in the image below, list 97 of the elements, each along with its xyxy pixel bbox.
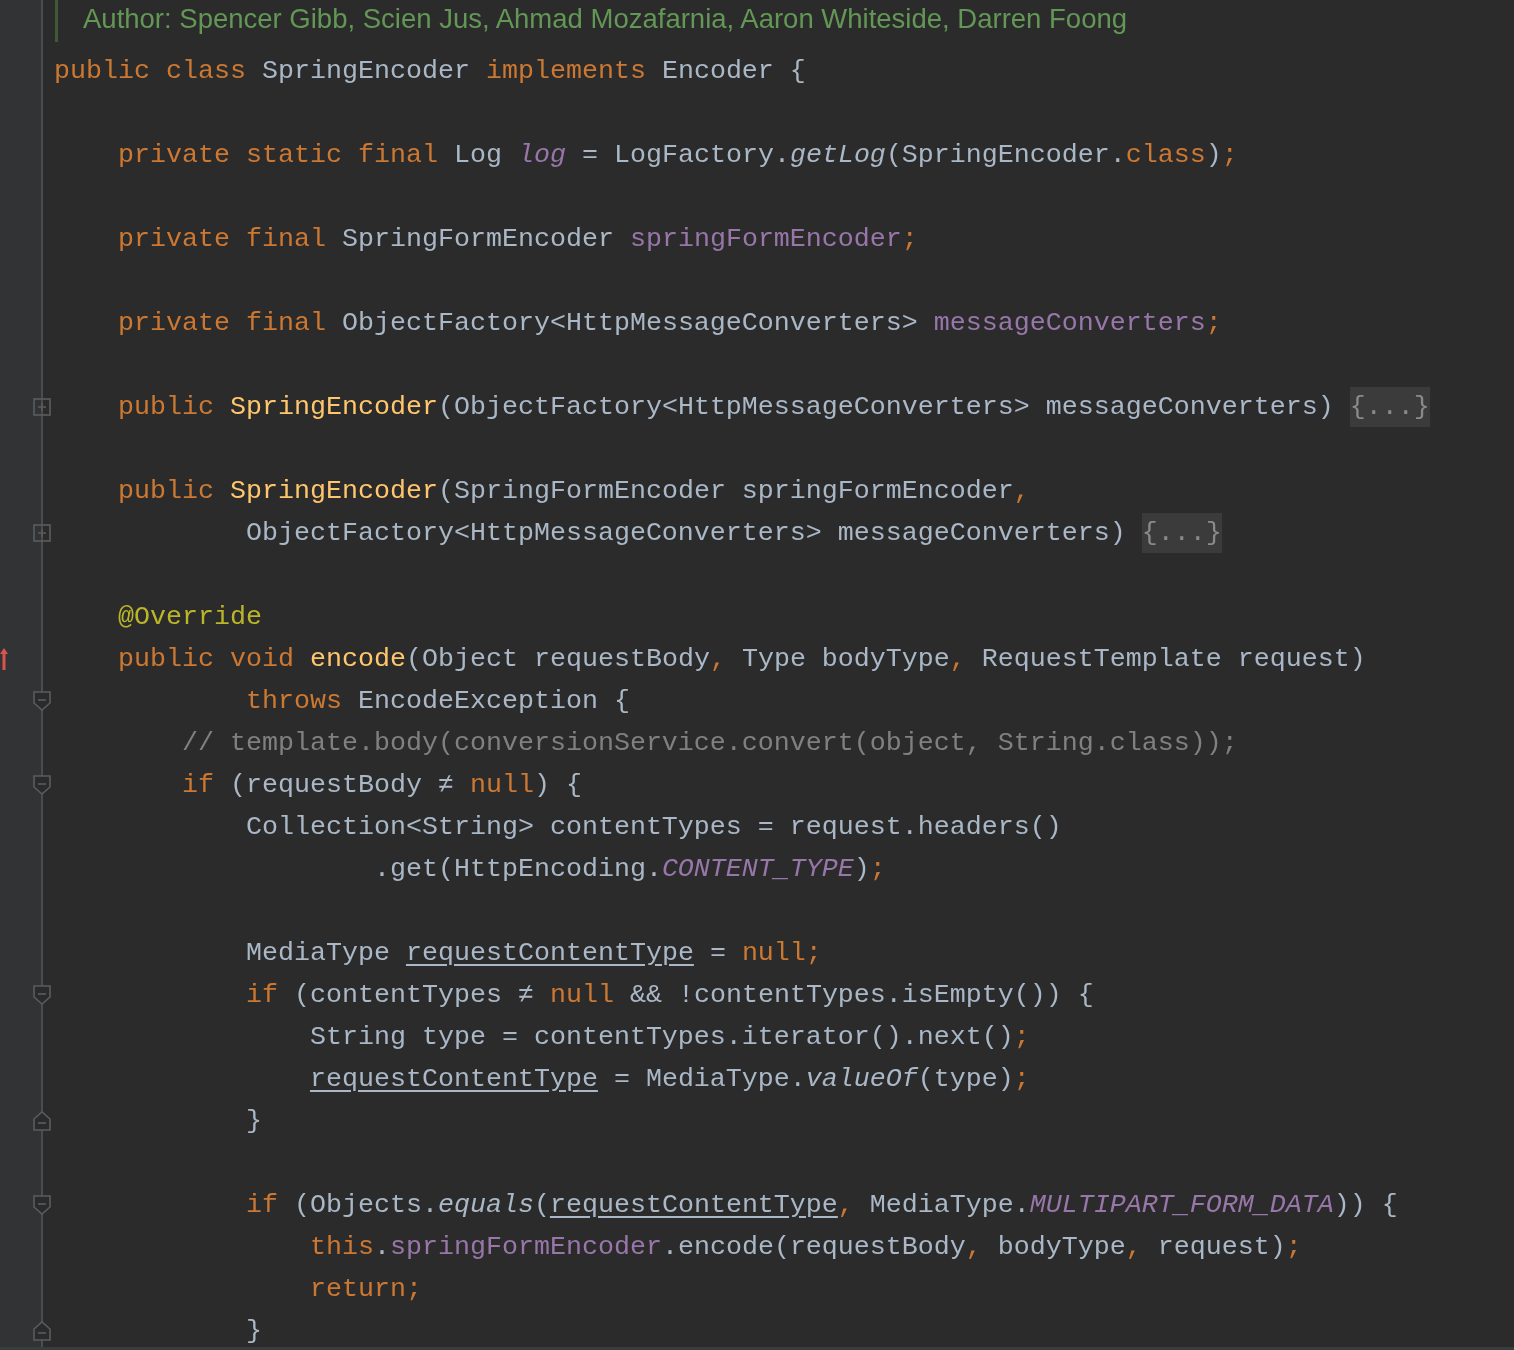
code-text: String type = contentTypes.iterator().next() [309,1021,1014,1053]
keyword: private final [118,223,326,255]
keyword: throws [245,685,342,717]
collapse-icon[interactable] [33,775,51,795]
field-name: springFormEncoder [389,1231,662,1263]
keyword: , [837,1189,854,1221]
collapse-icon[interactable] [33,1111,51,1131]
annotation: @Override [118,601,262,633]
method-call: valueOf [805,1063,918,1095]
code-text: } [245,1315,262,1347]
constant-name: CONTENT_TYPE [661,853,854,885]
keyword: ; [869,853,886,885]
code-text: (requestBody ≠ [230,769,454,801]
expand-icon[interactable] [33,524,51,542]
keyword: class [1125,139,1206,171]
keyword: public [118,391,214,423]
code-text: )) { [1333,1189,1398,1221]
variable-name: requestContentType [549,1189,838,1221]
code-text: .get(HttpEncoding. [373,853,662,885]
code-text: EncodeException { [357,685,630,717]
collapse-icon[interactable] [33,1195,51,1215]
keyword: null [549,979,614,1011]
keyword: ; [901,223,918,255]
keyword: private final [118,307,326,339]
code-text: Encoder { [661,55,806,87]
keyword: , [1125,1231,1142,1263]
method-name: SpringEncoder [230,475,438,507]
code-text: request) [1157,1231,1286,1263]
keyword: null [469,769,534,801]
keyword: implements [485,55,646,87]
method-name: encode [309,643,406,675]
arrow-up-icon[interactable] [0,648,8,670]
keyword: if [245,979,278,1011]
code-text: (SpringEncoder. [885,139,1126,171]
code-text: SpringFormEncoder [341,223,614,255]
keyword: public [118,475,214,507]
keyword: ; [1013,1021,1030,1053]
code-text: ) [853,853,870,885]
keyword: public void [118,643,294,675]
code-text: ( [533,1189,550,1221]
code-text: = LogFactory. [581,139,790,171]
keyword: ; [1221,139,1238,171]
code-text: SpringEncoder [261,55,470,87]
code-text: } [245,1105,262,1137]
code-text: MediaType [245,937,390,969]
code-text: ObjectFactory<HttpMessageConverters> [341,307,918,339]
keyword: null; [741,937,822,969]
constant-name: log [517,139,566,171]
code-text: MediaType. [869,1189,1030,1221]
code-text: ObjectFactory<HttpMessageConverters> messageConverters) [245,517,1126,549]
keyword: , [1013,475,1030,507]
keyword: private static final [118,139,438,171]
field-name: messageConverters [933,307,1206,339]
code-text: && !contentTypes.isEmpty()) { [629,979,1094,1011]
keyword: if [182,769,214,801]
code-text: (ObjectFactory<HttpMessageConverters> messageConverters) [437,391,1334,423]
keyword: , [709,643,726,675]
keyword: public class [54,55,246,87]
code-text: .encode(requestBody [661,1231,966,1263]
code-comment: // template.body(conversionService.convert(object, String.class)); [182,727,1238,759]
keyword: return; [309,1273,422,1305]
keyword: if [245,1189,278,1221]
folded-code-placeholder[interactable]: {...} [1141,513,1222,553]
code-text: . [373,1231,390,1263]
variable-name: requestContentType [309,1063,598,1095]
code-text: (Object requestBody [405,643,710,675]
code-text: = MediaType. [613,1063,806,1095]
field-name: springFormEncoder [629,223,902,255]
method-call: equals [437,1189,534,1221]
code-text: (contentTypes ≠ [293,979,534,1011]
keyword: this [309,1231,374,1263]
code-text: = [709,937,726,969]
code-text: ) { [533,769,582,801]
code-text: bodyType [997,1231,1126,1263]
keyword: ; [1013,1063,1030,1095]
code-text: Collection<String> contentTypes = request.headers() [245,811,1062,843]
method-call: getLog [789,139,886,171]
code-text: Type bodyType [741,643,950,675]
collapse-icon[interactable] [33,1321,51,1341]
code-text: ) [1205,139,1222,171]
code-text: Log [453,139,502,171]
code-text: (SpringFormEncoder springFormEncoder [437,475,1014,507]
code-text: (type) [917,1063,1014,1095]
expand-icon[interactable] [33,398,51,416]
code-text: RequestTemplate request) [981,643,1366,675]
folded-code-placeholder[interactable]: {...} [1349,387,1430,427]
collapse-icon[interactable] [33,985,51,1005]
keyword: ; [1205,307,1222,339]
method-name: SpringEncoder [230,391,438,423]
constant-name: MULTIPART_FORM_DATA [1029,1189,1334,1221]
collapse-icon[interactable] [33,691,51,711]
doc-comment: Author: Spencer Gibb, Scien Jus, Ahmad Mozafarnia, Aaron Whiteside, Darren Foong [83,2,1128,36]
keyword: ; [1285,1231,1302,1263]
keyword: , [965,1231,982,1263]
variable-name: requestContentType [405,937,694,969]
code-text: (Objects. [293,1189,438,1221]
keyword: , [949,643,966,675]
